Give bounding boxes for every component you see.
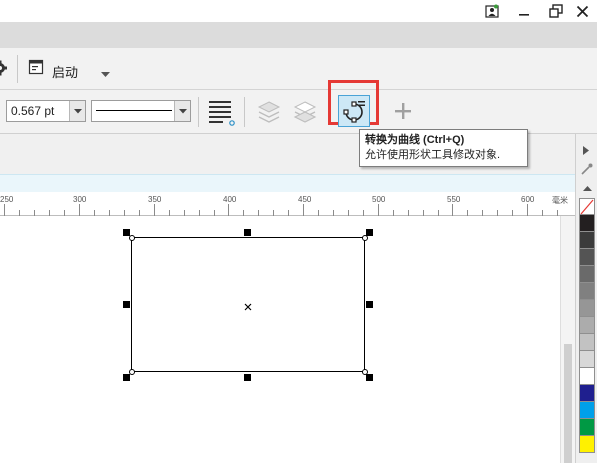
minimize-icon[interactable] bbox=[512, 2, 536, 20]
tooltip-description: 允许使用形状工具修改对象. bbox=[365, 149, 501, 161]
toolbar-divider bbox=[198, 97, 199, 127]
palette-scroll-up-icon[interactable] bbox=[583, 181, 592, 195]
convert-to-curve-icon bbox=[343, 101, 365, 123]
selection-handle[interactable] bbox=[123, 229, 130, 236]
selection-handle[interactable] bbox=[123, 374, 130, 381]
selection-handle[interactable] bbox=[366, 229, 373, 236]
color-swatch[interactable] bbox=[579, 368, 595, 385]
color-swatch[interactable] bbox=[579, 300, 595, 317]
property-bar: 0.567 pt bbox=[0, 80, 597, 134]
color-swatch[interactable] bbox=[579, 419, 595, 436]
restore-icon[interactable] bbox=[544, 2, 568, 20]
color-swatch[interactable] bbox=[579, 249, 595, 266]
toolbar-divider bbox=[17, 55, 18, 83]
color-swatch[interactable] bbox=[579, 215, 595, 232]
selection-handle[interactable] bbox=[366, 374, 373, 381]
ruler-label: 550 bbox=[447, 195, 461, 204]
color-swatch[interactable] bbox=[579, 283, 595, 300]
center-mark-icon[interactable] bbox=[244, 300, 252, 314]
color-swatch[interactable] bbox=[579, 351, 595, 368]
color-swatch[interactable] bbox=[579, 436, 595, 453]
selection-handle[interactable] bbox=[366, 301, 373, 308]
selection-handle[interactable] bbox=[244, 374, 251, 381]
add-icon[interactable] bbox=[394, 102, 412, 123]
ruler-label: 350 bbox=[148, 195, 162, 204]
toolbar-divider bbox=[244, 97, 245, 127]
ruler-header bbox=[0, 174, 575, 192]
color-swatch[interactable] bbox=[579, 232, 595, 249]
launch-icon[interactable] bbox=[28, 59, 44, 78]
menu-bar bbox=[0, 22, 597, 48]
eyedropper-icon[interactable] bbox=[580, 162, 594, 179]
ruler-label: 600 bbox=[521, 195, 535, 204]
launch-dropdown-chevron-icon[interactable] bbox=[101, 67, 110, 81]
color-swatch[interactable] bbox=[579, 334, 595, 351]
scrollbar-thumb[interactable] bbox=[564, 344, 572, 463]
account-icon[interactable] bbox=[480, 2, 504, 20]
outline-width-combo[interactable]: 0.567 pt bbox=[6, 100, 86, 122]
vertical-scrollbar[interactable] bbox=[560, 216, 575, 463]
launch-label[interactable]: 启动 bbox=[52, 62, 78, 81]
standard-toolbar: 启动 bbox=[0, 48, 597, 90]
color-swatch[interactable] bbox=[579, 317, 595, 334]
close-icon[interactable] bbox=[570, 2, 594, 20]
ruler-ticks bbox=[4, 204, 558, 216]
to-back-icon[interactable] bbox=[292, 99, 318, 128]
line-style-combo[interactable] bbox=[91, 100, 191, 122]
color-swatch[interactable] bbox=[579, 266, 595, 283]
color-swatch[interactable] bbox=[579, 385, 595, 402]
convert-to-curve-tooltip: 转换为曲线 (Ctrl+Q) 允许使用形状工具修改对象. bbox=[359, 129, 528, 167]
line-style-preview bbox=[96, 110, 172, 111]
convert-to-curve-button[interactable] bbox=[338, 95, 370, 127]
ruler-label: 450 bbox=[298, 195, 312, 204]
outline-width-value: 0.567 pt bbox=[11, 104, 55, 118]
ruler-label: 250 bbox=[0, 195, 14, 204]
line-style-dropdown-chevron-icon[interactable] bbox=[174, 101, 190, 121]
text-wrap-icon[interactable] bbox=[206, 98, 236, 129]
tooltip-title: 转换为曲线 (Ctrl+Q) bbox=[365, 134, 465, 146]
to-front-icon[interactable] bbox=[256, 99, 282, 128]
settings-gear-icon[interactable] bbox=[0, 60, 10, 79]
title-bar bbox=[0, 0, 597, 22]
outline-width-dropdown-chevron-icon[interactable] bbox=[69, 101, 85, 121]
no-color-swatch[interactable] bbox=[579, 198, 595, 215]
ruler-label: 500 bbox=[372, 195, 386, 204]
color-swatch[interactable] bbox=[579, 402, 595, 419]
ruler-label: 400 bbox=[223, 195, 237, 204]
ruler-label: 300 bbox=[73, 195, 87, 204]
selection-handle[interactable] bbox=[123, 301, 130, 308]
dock-expand-icon[interactable] bbox=[583, 144, 590, 158]
selection-handle[interactable] bbox=[244, 229, 251, 236]
